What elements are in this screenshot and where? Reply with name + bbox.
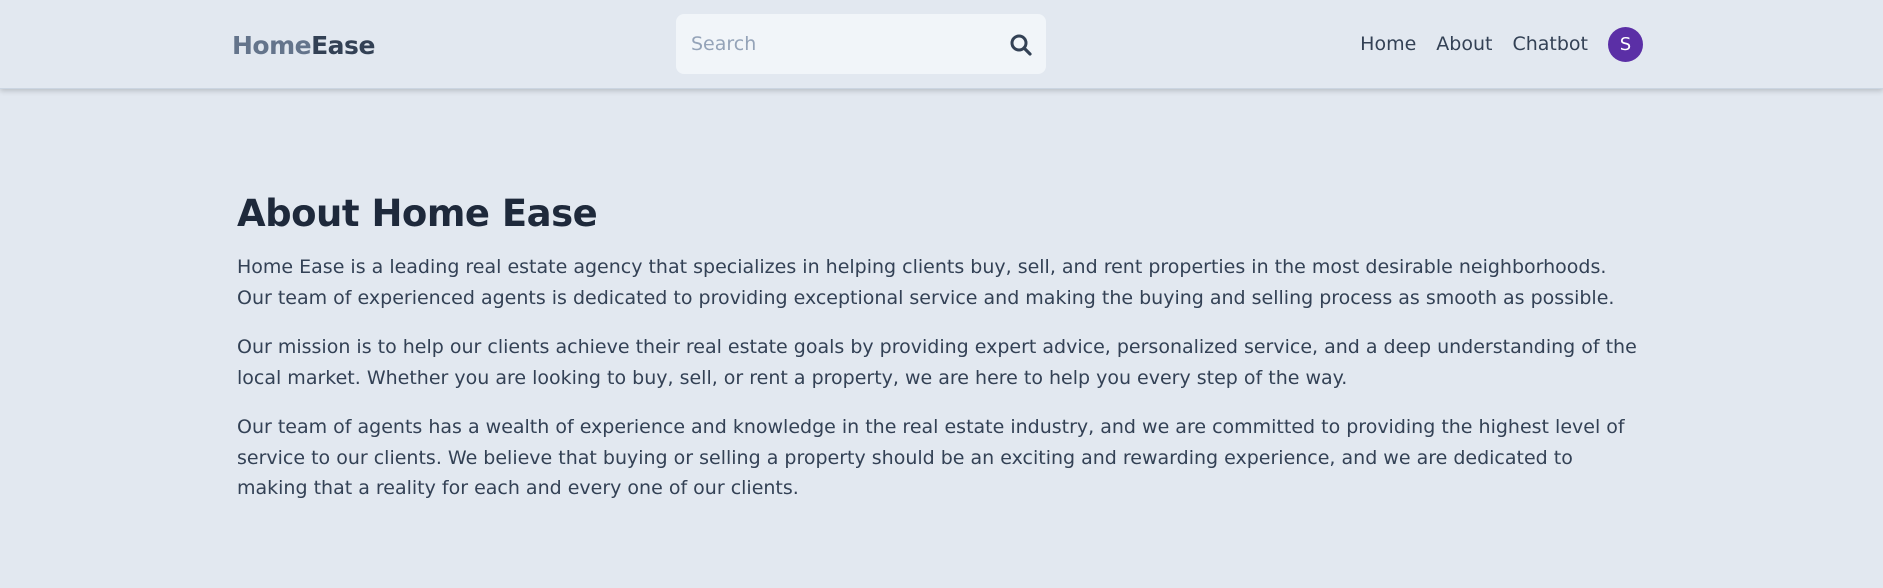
search-bar [676, 14, 1046, 74]
search-icon[interactable] [1008, 32, 1034, 58]
logo-ease-text: Ease [311, 31, 375, 60]
logo[interactable]: HomeEase [232, 30, 375, 62]
page-title: About Home Ease [237, 192, 598, 235]
about-section: About Home Ease Home Ease is a leading r… [237, 190, 1647, 523]
logo-home-text: Home [232, 31, 312, 60]
nav-about-link[interactable]: About [1436, 26, 1492, 62]
main-nav: Home About Chatbot S [1340, 26, 1643, 62]
search-input[interactable] [676, 14, 1006, 74]
about-paragraph-3: Our team of agents has a wealth of exper… [237, 416, 1625, 499]
top-navbar: HomeEase Home About Chatbot S [0, 0, 1883, 89]
nav-chatbot-link[interactable]: Chatbot [1512, 26, 1588, 62]
about-paragraph-1: Home Ease is a leading real estate agenc… [237, 256, 1615, 309]
user-avatar[interactable]: S [1608, 26, 1643, 62]
nav-home-link[interactable]: Home [1360, 26, 1416, 62]
about-paragraph-2: Our mission is to help our clients achie… [237, 336, 1637, 389]
